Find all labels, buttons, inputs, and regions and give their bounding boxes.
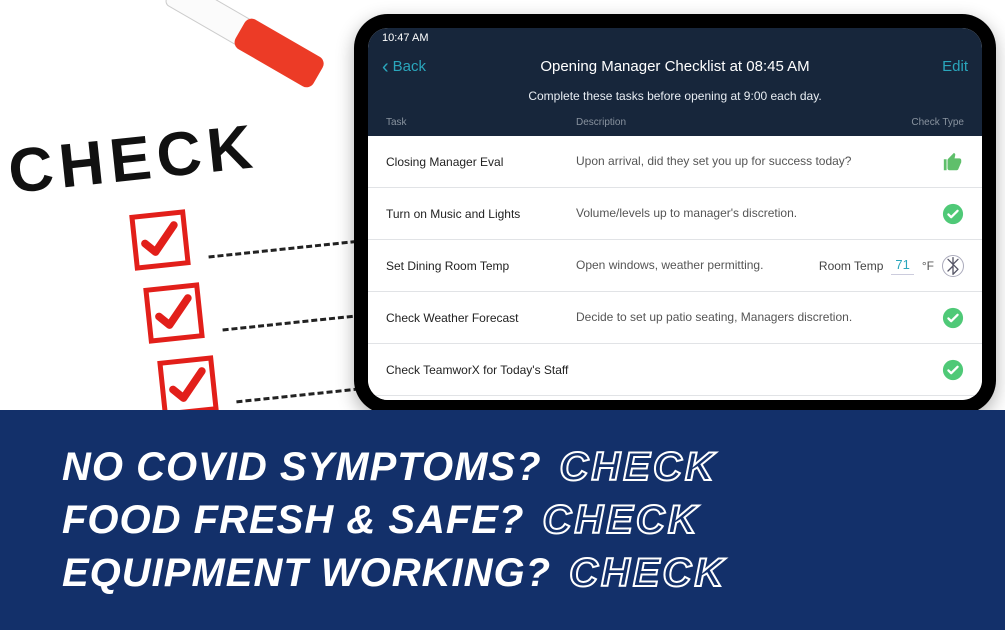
back-button[interactable]: ‹ Back: [382, 58, 426, 75]
check-circle-icon[interactable]: [942, 307, 964, 329]
check-circle-icon[interactable]: [942, 359, 964, 381]
status-time: 10:47 AM: [382, 32, 428, 44]
nav-bar: ‹ Back Edit Opening Manager Checklist at…: [368, 48, 982, 111]
col-task: Task: [386, 117, 576, 128]
col-type: Check Type: [894, 117, 964, 128]
page-subtitle: Complete these tasks before opening at 9…: [382, 89, 968, 103]
table-row[interactable]: Set Dining Room TempOpen windows, weathe…: [368, 240, 982, 292]
check-heading: CHECK: [5, 111, 262, 208]
status-bar: 10:47 AM: [368, 28, 982, 48]
temp-value[interactable]: 71: [891, 257, 913, 275]
table-row[interactable]: Turn on Music and LightsVolume/levels up…: [368, 188, 982, 240]
task-description: Decide to set up patio seating, Managers…: [576, 309, 934, 325]
table-row[interactable]: Check Weather ForecastDecide to set up p…: [368, 292, 982, 344]
table-row[interactable]: Check TeamworX for Today's Staff: [368, 344, 982, 396]
tablet-screen: 10:47 AM ‹ Back Edit Opening Manager Che…: [368, 28, 982, 400]
column-headers: Task Description Check Type: [368, 111, 982, 136]
back-label: Back: [393, 58, 426, 75]
bluetooth-icon[interactable]: [942, 255, 964, 277]
banner-line: FOOD FRESH & SAFE? CHECK: [62, 498, 943, 543]
banner-line: NO COVID SYMPTOMS? CHECK: [62, 445, 943, 490]
checkbox-icon: [129, 209, 191, 271]
task-description: Open windows, weather permitting.: [576, 257, 819, 273]
promo-banner: NO COVID SYMPTOMS? CHECK FOOD FRESH & SA…: [0, 410, 1005, 630]
edit-button[interactable]: Edit: [942, 58, 968, 75]
checkbox-icon: [143, 282, 205, 344]
temp-label: Room Temp: [819, 259, 883, 273]
table-row[interactable]: Closing Manager EvalUpon arrival, did th…: [368, 136, 982, 188]
thumbs-up-icon[interactable]: [942, 151, 964, 173]
banner-question: FOOD FRESH & SAFE?: [62, 498, 524, 543]
stage: CHECK 10:47 AM ‹ Back Edit Opening Manag…: [0, 0, 1005, 630]
temp-unit: °F: [922, 259, 934, 273]
temp-readout: Room Temp 71 °F: [819, 257, 934, 275]
banner-question: EQUIPMENT WORKING?: [62, 551, 551, 596]
banner-question: NO COVID SYMPTOMS?: [62, 445, 542, 490]
banner-answer: CHECK: [542, 498, 699, 543]
task-name: Check Weather Forecast: [386, 311, 576, 325]
task-name: Set Dining Room Temp: [386, 259, 576, 273]
task-description: Volume/levels up to manager's discretion…: [576, 205, 934, 221]
tablet-frame: 10:47 AM ‹ Back Edit Opening Manager Che…: [354, 14, 996, 414]
checkbox-icon: [157, 355, 219, 417]
banner-line: EQUIPMENT WORKING? CHECK: [62, 551, 943, 596]
task-list: Closing Manager EvalUpon arrival, did th…: [368, 136, 982, 400]
task-name: Closing Manager Eval: [386, 155, 576, 169]
banner-answer: CHECK: [569, 551, 726, 596]
marker-illustration: [83, 0, 316, 122]
task-name: Check TeamworX for Today's Staff: [386, 363, 576, 377]
task-description: Upon arrival, did they set you up for su…: [576, 153, 934, 169]
task-name: Turn on Music and Lights: [386, 207, 576, 221]
check-circle-icon[interactable]: [942, 203, 964, 225]
col-desc: Description: [576, 117, 894, 128]
banner-answer: CHECK: [560, 445, 717, 490]
